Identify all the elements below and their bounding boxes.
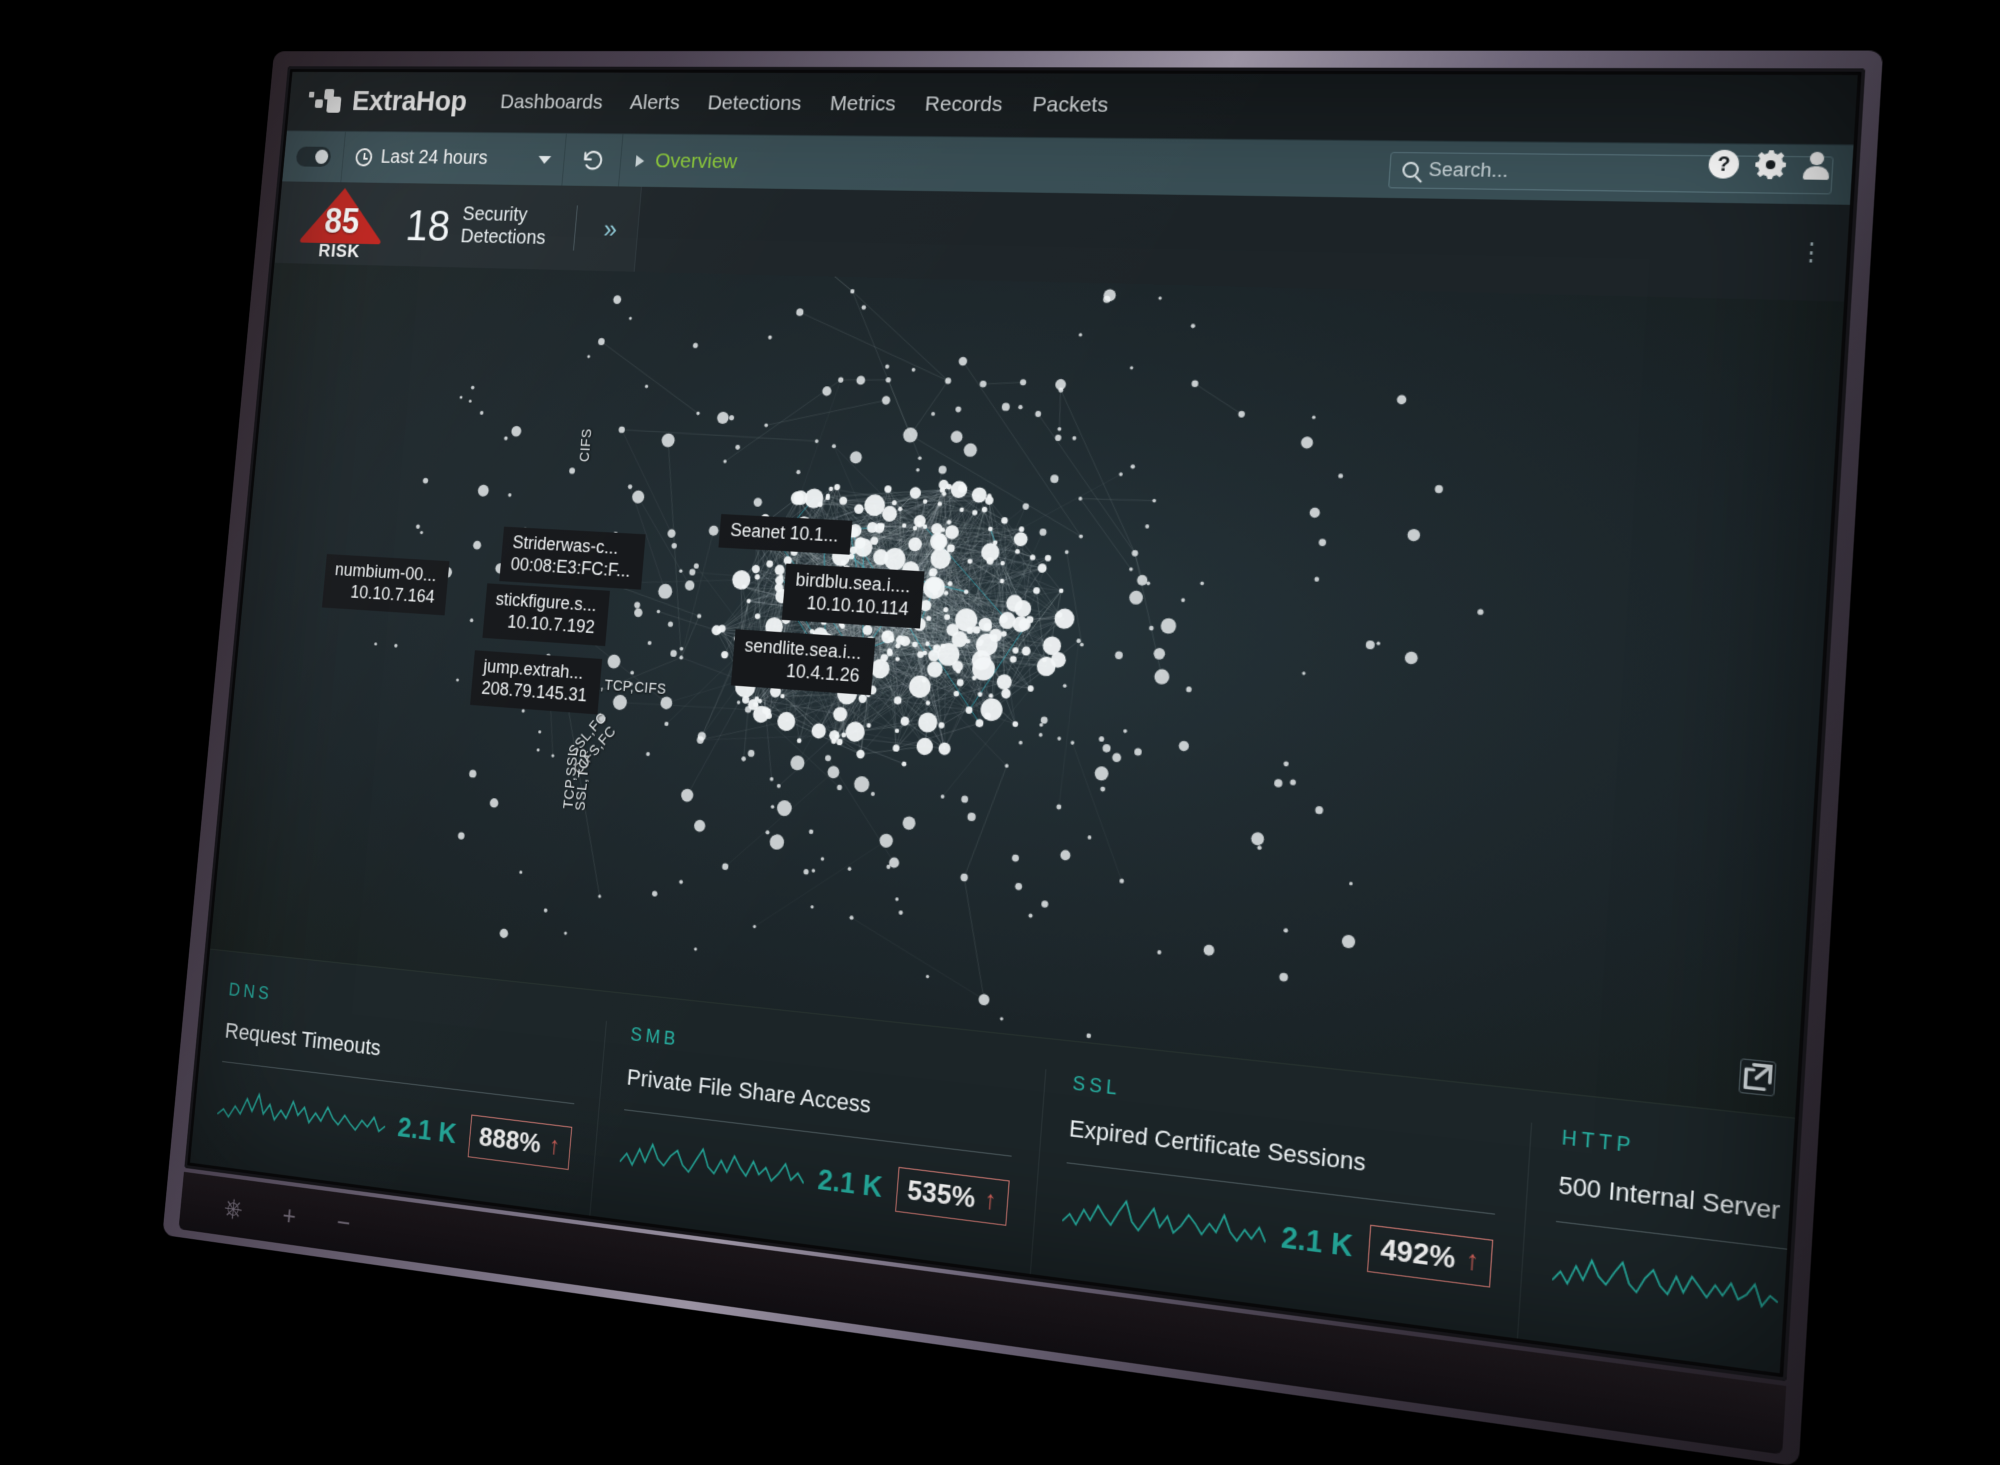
graph-node-label[interactable]: stickfigure.s...10.10.7.192	[482, 583, 610, 646]
node-hostname: Seanet 10.1...	[729, 520, 839, 548]
monitor-bezel: ExtraHop Dashboards Alerts Detections Me…	[162, 51, 1883, 1465]
clock-icon	[355, 148, 373, 166]
gear-icon[interactable]	[1754, 150, 1786, 179]
nav-item-dashboards[interactable]: Dashboards	[499, 91, 603, 115]
graph-node-label[interactable]: jump.extrah...208.79.145.31	[470, 650, 602, 714]
detections-label-line2: Detections	[460, 226, 547, 249]
metric-change-badge: 888%↑	[467, 1114, 572, 1170]
risk-score-value: 85	[299, 201, 386, 243]
breadcrumb[interactable]: Overview	[619, 134, 739, 188]
search-icon	[1402, 162, 1419, 178]
detections-label: Security Detections	[460, 203, 549, 249]
toggle-switch-cell[interactable]	[282, 131, 346, 182]
metric-sparkline	[1551, 1247, 1779, 1324]
graph-protocol-label: CIFS	[577, 428, 595, 462]
divider	[573, 205, 578, 250]
node-hostname: numbium-00...	[334, 559, 437, 587]
graph-node-label[interactable]: sendlite.sea.i...10.4.1.26	[731, 629, 876, 695]
graph-node-label[interactable]: numbium-00...10.10.7.164	[322, 554, 450, 615]
risk-triangle-icon	[299, 186, 387, 245]
nav-item-packets[interactable]: Packets	[1031, 93, 1109, 118]
trend-up-arrow-icon: ↑	[1465, 1246, 1480, 1275]
time-range-selector[interactable]: Last 24 hours	[341, 132, 567, 186]
nav-items: Dashboards Alerts Detections Metrics Rec…	[499, 91, 1109, 118]
time-range-label: Last 24 hours	[380, 146, 489, 169]
metric-sparkline	[1061, 1187, 1267, 1259]
extrahop-app: ExtraHop Dashboards Alerts Detections Me…	[190, 72, 1858, 1373]
metric-change-percent: 492%	[1379, 1232, 1456, 1276]
metric-sparkline	[216, 1084, 387, 1147]
metric-title: 500 Internal Server Errors	[1558, 1171, 1858, 1257]
graph-node-label[interactable]: birdblu.sea.i....10.10.10.114	[782, 564, 925, 629]
user-icon[interactable]	[1802, 151, 1832, 180]
nav-item-detections[interactable]: Detections	[707, 92, 803, 116]
graph-node-label[interactable]: Striderwas-c...00:08:E3:FC:F...	[499, 527, 645, 590]
trend-up-arrow-icon: ↑	[983, 1187, 997, 1214]
metric-value: 2.1 K	[817, 1163, 884, 1204]
metric-value: 2.1 K	[1794, 1283, 1858, 1330]
risk-score-indicator[interactable]: 85 RISK	[297, 186, 387, 262]
detections-label-line1: Security	[462, 203, 529, 226]
help-icon[interactable]: ?	[1708, 150, 1740, 179]
monitor-inner-bezel: ExtraHop Dashboards Alerts Detections Me…	[184, 66, 1865, 1381]
toolbar-spacer	[735, 135, 1391, 198]
metric-change-percent: 888%	[478, 1121, 542, 1160]
metric-protocol-label: DNS	[228, 979, 582, 1039]
metric-change-badge: 535% ↑	[895, 1167, 1010, 1226]
chevron-down-icon[interactable]	[538, 155, 551, 163]
metric-change-percent: 535%	[906, 1174, 976, 1216]
metric-value: 2.1 K	[1280, 1220, 1354, 1264]
power-icon[interactable]: ⎈	[223, 1193, 243, 1221]
security-detections[interactable]: 18 Security Detections »	[404, 202, 619, 251]
toggle-switch-icon[interactable]	[296, 147, 332, 167]
minus-icon[interactable]: −	[336, 1209, 352, 1237]
brand-logo[interactable]: ExtraHop	[307, 85, 468, 118]
metric-change-badge: 492% ↑	[1367, 1225, 1494, 1288]
monitor-screen: ExtraHop Dashboards Alerts Detections Me…	[190, 72, 1858, 1373]
metric-card[interactable]: HTTP500 Internal Server Errors2.1 K324%↑	[1515, 1123, 1858, 1373]
expand-detections-chevron-icon[interactable]: »	[603, 213, 619, 244]
metric-sparkline	[619, 1133, 806, 1200]
metric-value-row: 2.1 K324%↑	[1551, 1247, 1857, 1356]
more-options-icon[interactable]: ⋮	[1797, 238, 1826, 268]
trend-up-arrow-icon: ↑	[548, 1133, 561, 1159]
open-external-icon[interactable]	[1738, 1058, 1776, 1097]
history-button[interactable]	[562, 134, 623, 187]
plus-icon[interactable]: +	[281, 1201, 297, 1229]
nav-item-metrics[interactable]: Metrics	[829, 92, 896, 117]
risk-summary-card: 85 RISK 18 Security Detections	[275, 181, 642, 271]
node-ip-address: 10.10.7.164	[332, 581, 435, 609]
top-navigation-bar: ExtraHop Dashboards Alerts Detections Me…	[287, 72, 1858, 144]
search-placeholder: Search...	[1428, 159, 1509, 183]
node-hostname: stickfigure.s...	[495, 589, 598, 617]
metric-value-row: 2.1 K 535% ↑	[619, 1133, 1010, 1226]
history-revert-icon	[579, 147, 605, 173]
extrahop-logo-icon	[307, 88, 345, 115]
nav-item-alerts[interactable]: Alerts	[629, 91, 681, 115]
risk-score-label: RISK	[297, 241, 382, 264]
metric-value-row: 2.1 K 492% ↑	[1061, 1187, 1493, 1287]
detections-count: 18	[404, 203, 452, 247]
monitor: ExtraHop Dashboards Alerts Detections Me…	[150, 30, 1850, 1350]
nav-item-records[interactable]: Records	[924, 92, 1003, 117]
metric-value: 2.1 K	[396, 1111, 457, 1150]
brand-name: ExtraHop	[351, 85, 468, 118]
breadcrumb-overview[interactable]: Overview	[654, 149, 738, 174]
triangle-right-icon[interactable]	[635, 155, 644, 167]
screenshot-stage: ExtraHop Dashboards Alerts Detections Me…	[0, 0, 2000, 1409]
header-icon-cluster: ?	[1708, 150, 1832, 180]
